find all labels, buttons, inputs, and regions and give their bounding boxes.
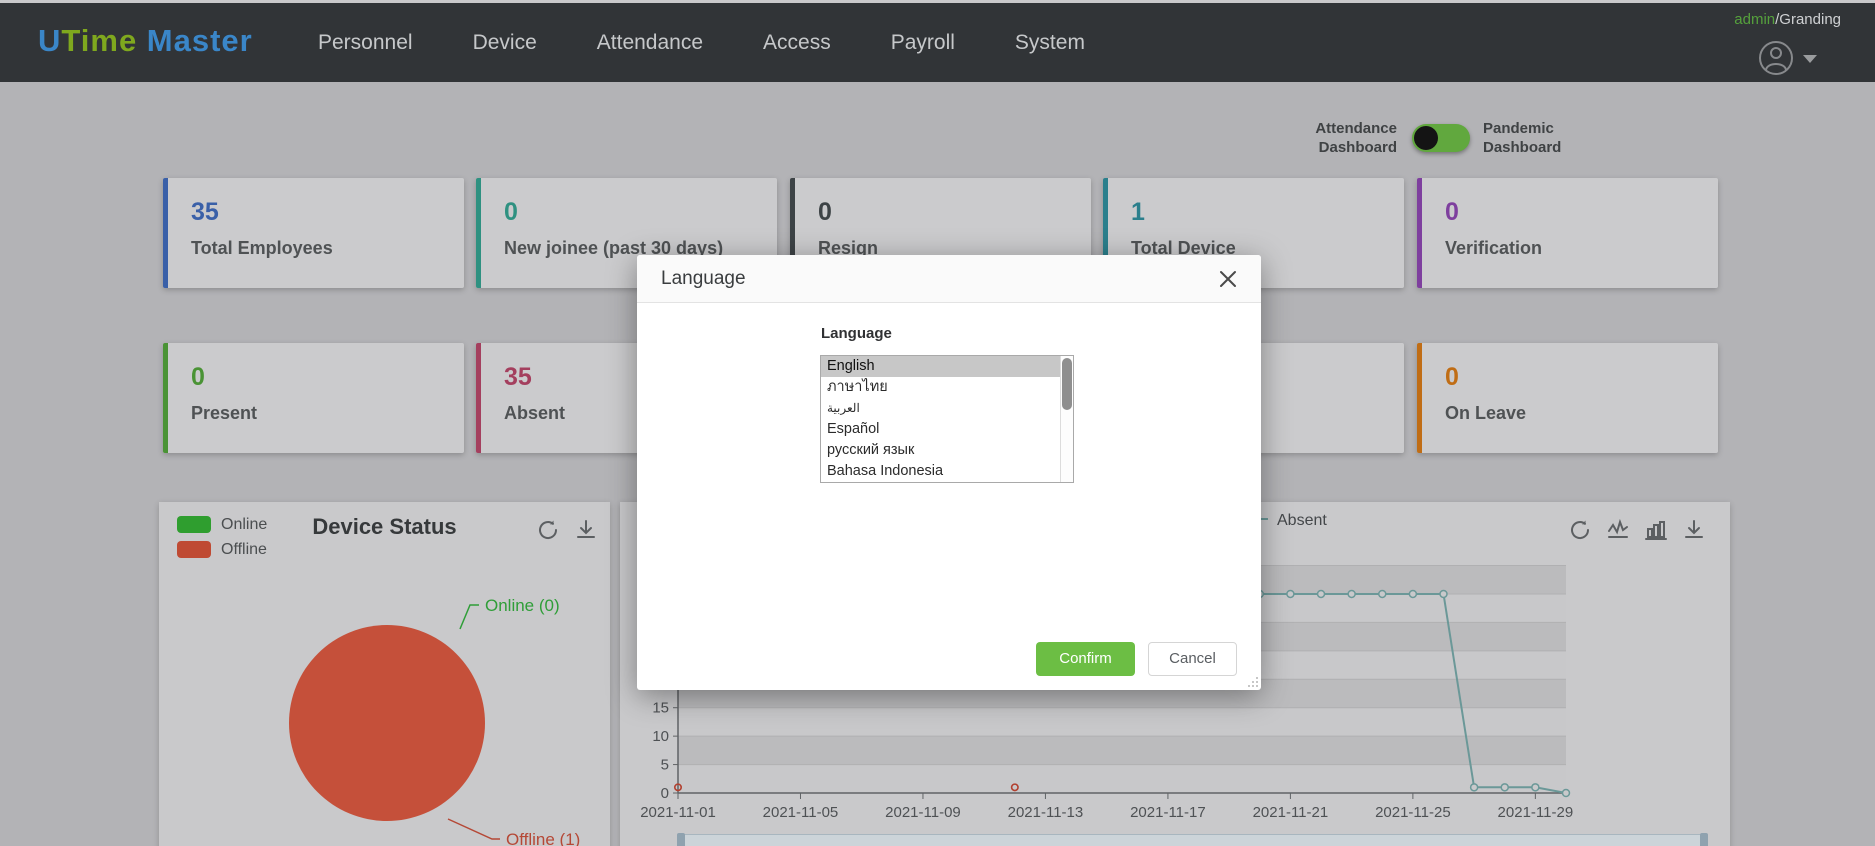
pie-slice-offline xyxy=(289,625,485,821)
x-tick-label: 2021-11-09 xyxy=(885,804,961,821)
confirm-button[interactable]: Confirm xyxy=(1036,642,1135,676)
logged-in-user: admin/Granding xyxy=(1734,11,1841,28)
card-value: 0 xyxy=(1445,363,1459,391)
datazoom-right-handle[interactable] xyxy=(1700,833,1708,846)
stat-card-total-employees: 35 Total Employees xyxy=(163,178,464,288)
datazoom-slider[interactable] xyxy=(677,833,1708,846)
nav-item-access[interactable]: Access xyxy=(763,31,831,55)
absent-point xyxy=(1531,783,1540,792)
absent-point xyxy=(1561,788,1571,798)
dialog-title: Language xyxy=(661,268,746,289)
y-tick-label: 15 xyxy=(652,700,669,717)
x-tick-label: 2021-11-21 xyxy=(1253,804,1329,821)
nav-item-personnel[interactable]: Personnel xyxy=(318,31,413,55)
card-label: Total Employees xyxy=(191,238,333,258)
grid-band xyxy=(678,736,1566,765)
language-option[interactable]: Bahasa Indonesia xyxy=(821,461,1060,482)
card-value: 0 xyxy=(504,198,518,226)
card-label: Verification xyxy=(1445,238,1543,258)
logo-part: Time xyxy=(61,23,138,58)
x-tick-label: 2021-11-25 xyxy=(1375,804,1451,821)
card-value: 0 xyxy=(818,198,832,226)
stat-card-on-leave: 0 On Leave xyxy=(1417,343,1718,453)
x-tick-label: 2021-11-29 xyxy=(1498,804,1574,821)
attendance-dashboard-label: Attendance Dashboard xyxy=(1315,120,1397,156)
card-value: 0 xyxy=(1445,198,1459,226)
card-accent-bar xyxy=(1417,343,1422,453)
dashboard-toggle[interactable] xyxy=(1412,124,1470,152)
x-tick-label: 2021-11-17 xyxy=(1130,804,1206,821)
language-option[interactable]: العربية xyxy=(821,398,1060,419)
card-label: Present xyxy=(191,403,258,423)
main-menu: Personnel Device Attendance Access Payroll Sy… xyxy=(318,3,1085,82)
card-accent-bar xyxy=(163,178,168,288)
card-value: 0 xyxy=(191,363,205,391)
y-tick-label: 10 xyxy=(652,728,669,745)
user-role: admin xyxy=(1734,11,1776,28)
language-option[interactable]: Español xyxy=(821,419,1060,440)
pandemic-dashboard-label: Pandemic Dashboard xyxy=(1483,120,1562,156)
nav-item-attendance[interactable]: Attendance xyxy=(597,31,703,55)
absent-point xyxy=(1408,589,1418,599)
dashboard-toggle-row: Attendance Dashboard Pandemic Dashboard xyxy=(0,113,1875,159)
absent-point xyxy=(1286,589,1295,599)
logo-part: Master xyxy=(137,23,253,58)
logo-part: U xyxy=(38,23,62,58)
language-listbox[interactable]: English ภาษาไทย العربية Español русский язык… xyxy=(820,355,1074,483)
grid-band xyxy=(678,707,1566,737)
legend-label: Absent xyxy=(1277,512,1327,529)
app-logo: UTime Master xyxy=(38,23,253,59)
y-tick-label: 5 xyxy=(661,757,669,774)
language-dialog: Language Language English ภาษาไทย العربية E… xyxy=(637,255,1261,690)
pie-callout-label-offline: Offline (1) xyxy=(506,830,580,846)
language-option[interactable]: ภาษาไทย xyxy=(821,377,1060,398)
stat-card-present: 0 Present xyxy=(163,343,464,453)
x-tick-label: 2021-11-05 xyxy=(763,804,839,821)
card-value: 1 xyxy=(1131,198,1145,226)
user-menu-caret-icon[interactable] xyxy=(1802,51,1818,69)
app-root: UTime Master Personnel Device Attendance Ac… xyxy=(0,0,1875,846)
x-tick-label: 2021-11-13 xyxy=(1008,804,1084,821)
card-accent-bar xyxy=(476,178,481,288)
listbox-scrollbar-thumb[interactable] xyxy=(1062,358,1072,410)
dialog-header: Language xyxy=(637,255,1261,303)
resize-grip[interactable] xyxy=(1247,676,1258,687)
y-tick-label: 0 xyxy=(661,785,669,802)
absent-point xyxy=(1469,783,1479,792)
pie-callout-line-offline xyxy=(447,818,500,840)
navbar: UTime Master Personnel Device Attendance Ac… xyxy=(0,3,1875,82)
toggle-knob xyxy=(1414,126,1438,150)
listbox-scrollbar[interactable] xyxy=(1060,356,1073,482)
stat-card-verification: 0 Verification xyxy=(1417,178,1718,288)
device-status-panel: Online Offline Device Status Online (0) Of… xyxy=(159,502,610,846)
card-value: 35 xyxy=(191,198,219,226)
pie-callout-line-online xyxy=(459,604,479,630)
language-option[interactable]: English xyxy=(821,356,1060,377)
absent-point xyxy=(1439,589,1448,599)
language-option[interactable]: русский язык xyxy=(821,440,1060,461)
language-field-label: Language xyxy=(821,325,892,342)
cancel-button[interactable]: Cancel xyxy=(1148,642,1237,676)
card-value: 35 xyxy=(504,363,532,391)
close-icon[interactable] xyxy=(1217,268,1239,290)
x-tick-label: 2021-11-01 xyxy=(640,804,716,821)
absent-point xyxy=(1500,783,1509,792)
nav-item-device[interactable]: Device xyxy=(473,31,537,55)
user-company: /Granding xyxy=(1775,11,1841,28)
absent-point xyxy=(1316,589,1326,599)
pie-callout-label-online: Online (0) xyxy=(485,596,560,615)
card-accent-bar xyxy=(1417,178,1422,288)
nav-item-payroll[interactable]: Payroll xyxy=(891,31,955,55)
user-avatar-icon[interactable] xyxy=(1758,40,1794,81)
device-status-pie-chart: Online (0) Offline (1) xyxy=(289,596,580,846)
nav-item-system[interactable]: System xyxy=(1015,31,1085,55)
grid-band xyxy=(678,764,1566,793)
card-label: On Leave xyxy=(1445,403,1527,423)
card-label: Absent xyxy=(504,403,566,423)
datazoom-left-handle[interactable] xyxy=(677,833,685,846)
card-accent-bar xyxy=(476,343,481,453)
absent-point xyxy=(1378,589,1387,599)
card-accent-bar xyxy=(163,343,168,453)
absent-point xyxy=(1347,589,1356,599)
